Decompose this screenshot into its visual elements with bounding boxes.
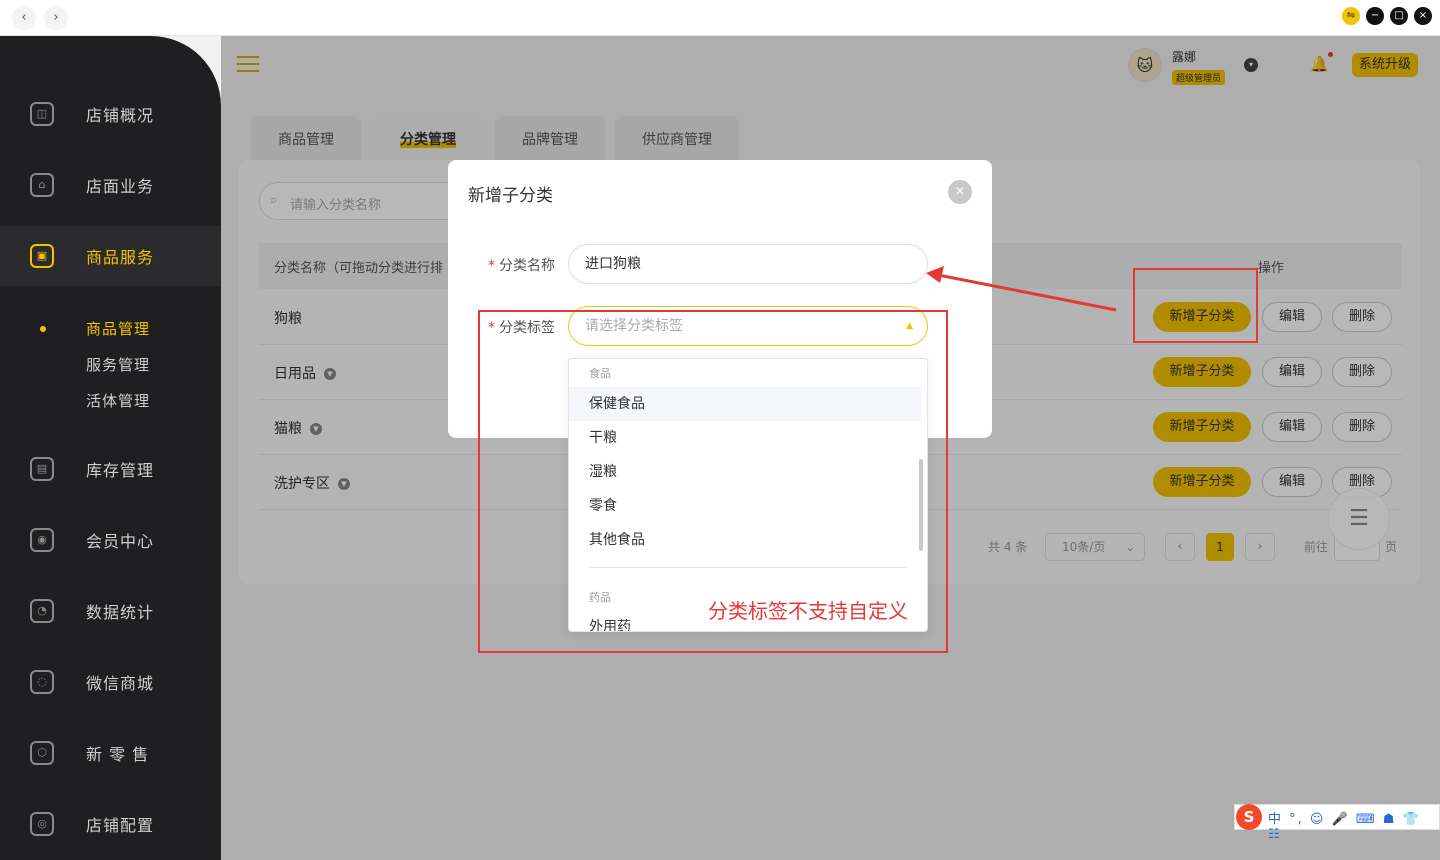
ime-logo-icon[interactable]: S	[1236, 804, 1262, 830]
dashboard-icon: ◫	[30, 102, 54, 126]
window-titlebar: ‹ › ⇋ − □ ×	[0, 0, 1440, 36]
sidebar-item-new-retail[interactable]: ⬡ 新 零 售	[0, 723, 221, 783]
sidebar-subitem-service-management[interactable]: 服务管理	[86, 354, 150, 375]
close-window-icon[interactable]: ×	[1414, 7, 1432, 25]
sidebar-item-label: 店铺概况	[86, 106, 155, 125]
sidebar-item-label: 会员中心	[86, 532, 155, 551]
sidebar-item-store-config[interactable]: ◎ 店铺配置	[0, 794, 221, 854]
ime-controls[interactable]: 中 °, ☺ 🎤 ⌨ ☗ 👕 ☷	[1268, 808, 1440, 842]
sidebar-item-label: 库存管理	[86, 461, 155, 480]
wechat-icon: ◌	[30, 670, 54, 694]
sidebar-item-product-service[interactable]: ▣ 商品服务	[0, 226, 221, 286]
member-icon: ◉	[30, 528, 54, 552]
sidebar-item-statistics[interactable]: ◔ 数据统计	[0, 581, 221, 641]
sidebar-subitem-live-management[interactable]: 活体管理	[86, 390, 150, 411]
sidebar-item-label: 商品服务	[86, 248, 155, 267]
chart-icon: ◔	[30, 599, 54, 623]
sidebar-item-label: 店面业务	[86, 177, 155, 196]
close-icon[interactable]: ×	[948, 180, 972, 204]
sidebar-item-label: 数据统计	[86, 603, 155, 622]
category-name-label: * 分类名称	[488, 258, 555, 274]
sidebar-item-wechat-mall[interactable]: ◌ 微信商城	[0, 652, 221, 712]
sidebar-item-label: 店铺配置	[86, 816, 155, 835]
sidebar-subitem-product-management[interactable]: 商品管理	[86, 318, 150, 339]
extension-icon[interactable]: ⇋	[1342, 7, 1360, 25]
minimize-icon[interactable]: −	[1366, 7, 1384, 25]
sidebar-item-inventory[interactable]: ▤ 库存管理	[0, 439, 221, 499]
dialog-title: 新增子分类	[468, 186, 553, 206]
annotation-note: 分类标签不支持自定义	[708, 599, 908, 623]
active-dot	[40, 326, 46, 332]
home-icon: ⌂	[30, 173, 54, 197]
annotation-box-add-button	[1133, 268, 1258, 343]
cube-icon: ⬡	[30, 741, 54, 765]
sidebar-item-member-center[interactable]: ◉ 会员中心	[0, 510, 221, 570]
sidebar-item-label: 微信商城	[86, 674, 155, 693]
maximize-icon[interactable]: □	[1390, 7, 1408, 25]
category-name-input[interactable]: 进口狗粮	[568, 244, 928, 284]
required-mark: *	[488, 258, 495, 274]
sidebar-item-store-business[interactable]: ⌂ 店面业务	[0, 155, 221, 215]
sidebar: ◫ 店铺概况 ⌂ 店面业务 ▣ 商品服务 商品管理 服务管理 活体管理 ▤ 库存…	[0, 36, 221, 860]
sidebar-item-label: 新 零 售	[86, 745, 150, 764]
back-icon[interactable]: ‹	[12, 6, 36, 30]
bag-icon: ▣	[30, 244, 54, 268]
settings-icon: ◎	[30, 812, 54, 836]
modal-overlay	[221, 36, 1440, 96]
box-icon: ▤	[30, 457, 54, 481]
annotation-arrow-icon	[926, 266, 1117, 312]
forward-icon[interactable]: ›	[44, 6, 68, 30]
sidebar-item-store-overview[interactable]: ◫ 店铺概况	[0, 84, 221, 144]
